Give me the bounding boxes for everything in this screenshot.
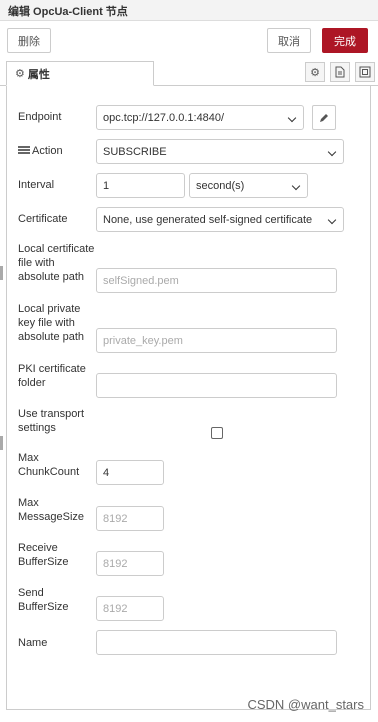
- label-line: Local private: [18, 303, 81, 315]
- label-line: MessageSize: [18, 511, 85, 523]
- private-key-placeholder: private_key.pem: [103, 334, 183, 347]
- action-value: SUBSCRIBE: [103, 145, 167, 158]
- send-buffer-input[interactable]: 8192: [96, 596, 164, 621]
- pencil-icon: [320, 113, 328, 122]
- label-line: settings: [18, 422, 56, 434]
- certificate-select[interactable]: None, use generated self-signed certific…: [96, 207, 344, 232]
- label-line: absolute path: [18, 271, 85, 283]
- transport-label: Use transport settings: [18, 407, 84, 435]
- action-label: Action: [18, 144, 63, 158]
- label-line: absolute path: [18, 331, 85, 343]
- interval-unit-select[interactable]: second(s): [189, 173, 308, 198]
- endpoint-select[interactable]: opc.tcp://127.0.0.1:4840/: [96, 105, 304, 130]
- interval-label: Interval: [18, 179, 55, 191]
- private-key-input[interactable]: private_key.pem: [96, 328, 337, 353]
- max-message-input[interactable]: 8192: [96, 506, 164, 531]
- label-line: folder: [18, 377, 46, 389]
- done-button[interactable]: 完成: [322, 28, 368, 53]
- endpoint-value: opc.tcp://127.0.0.1:4840/: [103, 111, 225, 124]
- edge-marker: [0, 436, 3, 450]
- send-buffer-placeholder: 8192: [103, 602, 128, 615]
- label-line: Send: [18, 587, 44, 599]
- interval-unit-value: second(s): [196, 179, 245, 192]
- action-select[interactable]: SUBSCRIBE: [96, 139, 344, 164]
- name-label: Name: [18, 637, 48, 649]
- cancel-button[interactable]: 取消: [267, 28, 311, 53]
- dialog-title: 编辑 OpcUa-Client 节点: [8, 6, 128, 18]
- tab-properties[interactable]: ⚙ 属性: [6, 61, 154, 86]
- label-line: BufferSize: [18, 556, 69, 568]
- local-cert-input[interactable]: selfSigned.pem: [96, 268, 337, 293]
- label-line: PKI certificate: [18, 363, 86, 375]
- pki-folder-input[interactable]: [96, 373, 337, 398]
- watermark: CSDN @want_stars: [247, 697, 364, 712]
- label-line: Max: [18, 452, 39, 464]
- max-message-placeholder: 8192: [103, 512, 128, 525]
- gear-icon: ⚙: [15, 68, 25, 80]
- appearance-icon[interactable]: [355, 62, 375, 82]
- edge-marker: [0, 266, 3, 280]
- label-line: key file with: [18, 317, 75, 329]
- label-line: file with: [18, 257, 55, 269]
- label-line: Receive: [18, 542, 58, 554]
- private-key-label: Local private key file with absolute pat…: [18, 302, 84, 344]
- list-icon: [18, 146, 30, 154]
- description-icon[interactable]: [330, 62, 350, 82]
- local-cert-label: Local certificate file with absolute pat…: [18, 242, 94, 284]
- interval-input[interactable]: 1: [96, 173, 185, 198]
- edit-endpoint-button[interactable]: [312, 105, 336, 130]
- max-chunk-value: 4: [103, 466, 110, 479]
- transport-checkbox[interactable]: [211, 427, 223, 439]
- delete-button[interactable]: 删除: [7, 28, 51, 53]
- receive-buffer-placeholder: 8192: [103, 557, 128, 570]
- max-chunk-input[interactable]: 4: [96, 460, 164, 485]
- endpoint-label: Endpoint: [18, 111, 62, 123]
- settings-icon[interactable]: ⚙: [305, 62, 325, 82]
- label-line: Use transport: [18, 408, 85, 420]
- label-line: Max: [18, 497, 39, 509]
- interval-value: 1: [103, 179, 110, 192]
- action-label-text: Action: [32, 145, 63, 157]
- send-buffer-label: Send BufferSize: [18, 586, 69, 614]
- dialog-title-bar: 编辑 OpcUa-Client 节点: [0, 0, 378, 21]
- max-chunk-label: Max ChunkCount: [18, 451, 79, 479]
- tab-label: 属性: [27, 68, 50, 81]
- certificate-value: None, use generated self-signed certific…: [103, 213, 313, 226]
- name-input[interactable]: [96, 630, 337, 655]
- receive-buffer-input[interactable]: 8192: [96, 551, 164, 576]
- receive-buffer-label: Receive BufferSize: [18, 541, 69, 569]
- label-line: ChunkCount: [18, 466, 80, 478]
- local-cert-placeholder: selfSigned.pem: [103, 274, 179, 287]
- label-line: BufferSize: [18, 601, 69, 613]
- max-message-label: Max MessageSize: [18, 496, 84, 524]
- label-line: Local certificate: [18, 243, 95, 255]
- pki-label: PKI certificate folder: [18, 362, 86, 390]
- certificate-label: Certificate: [18, 213, 68, 225]
